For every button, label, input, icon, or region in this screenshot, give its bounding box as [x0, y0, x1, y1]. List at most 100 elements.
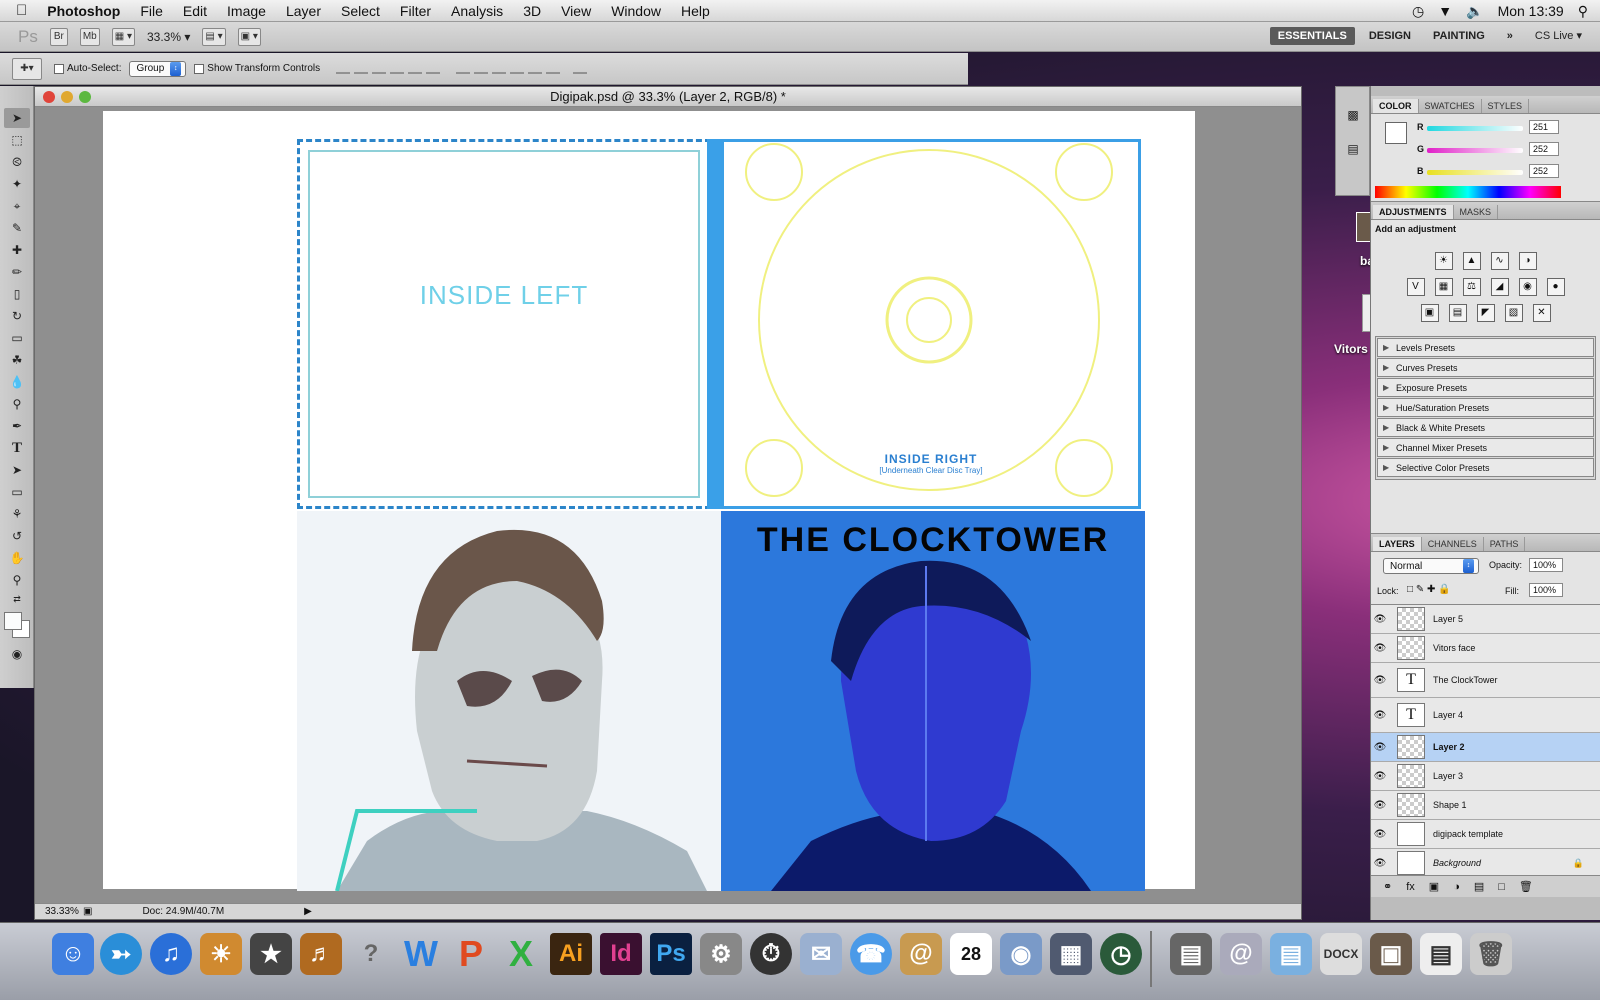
photo-filter-icon[interactable]: ◉ [1518, 278, 1537, 296]
fill-input[interactable]: 100% [1529, 583, 1563, 597]
visibility-eye-icon[interactable]: 👁 [1371, 643, 1389, 654]
status-menu-arrow-icon[interactable]: ▶ [304, 906, 312, 917]
view-extras-button[interactable]: ▦ ▾ [111, 27, 135, 46]
swap-colors-icon[interactable]: ⇄ [4, 592, 30, 606]
channel-r-value[interactable]: 251 [1529, 120, 1559, 134]
layer-row[interactable]: 👁 Shape 1 [1371, 791, 1600, 820]
clone-stamp-tool-icon[interactable]: ▯ [4, 284, 30, 304]
crop-tool-icon[interactable]: ⌖ [4, 196, 30, 216]
tool-preset-picker[interactable]: ✚▾ [12, 57, 42, 80]
layer-row-selected[interactable]: 👁 Layer 2 [1371, 733, 1600, 762]
menu-3d[interactable]: 3D [513, 3, 551, 19]
posterize-icon[interactable]: ▤ [1448, 304, 1467, 322]
distribute-vcenter-icon[interactable] [474, 60, 489, 74]
3d-rotate-tool-icon[interactable]: ⚘ [4, 504, 30, 524]
apple-menu-icon[interactable]:  [0, 2, 37, 19]
menu-layer[interactable]: Layer [276, 3, 331, 19]
illustrator-icon[interactable]: Ai [550, 933, 592, 975]
menu-window[interactable]: Window [601, 3, 671, 19]
menu-image[interactable]: Image [217, 3, 276, 19]
layer-row[interactable]: 👁 Layer 3 [1371, 762, 1600, 791]
threshold-icon[interactable]: ◤ [1476, 304, 1495, 322]
trash-icon[interactable]: 🗑 [1470, 933, 1512, 975]
workspace-design[interactable]: DESIGN [1361, 27, 1419, 45]
menu-select[interactable]: Select [331, 3, 390, 19]
status-zoom[interactable]: 33.33% [35, 906, 83, 917]
gradient-map-icon[interactable]: ▧ [1504, 304, 1523, 322]
distribute-left-icon[interactable] [510, 60, 525, 74]
layer-row[interactable]: 👁 T The ClockTower [1371, 663, 1600, 698]
exposure-icon[interactable]: ◑ [1518, 252, 1537, 270]
lasso-tool-icon[interactable]: ⧀ [4, 152, 30, 172]
zoom-tool-icon[interactable]: ⚲ [4, 570, 30, 590]
menubar-clock[interactable]: Mon 13:39 [1498, 3, 1564, 19]
spaces-icon[interactable]: ▦ [1050, 933, 1092, 975]
launch-minibridge-button[interactable]: Mb [79, 27, 100, 46]
spotlight-icon[interactable]: ⚲ [1578, 3, 1588, 20]
distribute-right-icon[interactable] [546, 60, 561, 74]
app-menu[interactable]: Photoshop [37, 3, 130, 19]
canvas[interactable]: INSIDE LEFT INSIDE RIGHT [Underneath Cle… [103, 111, 1195, 891]
wifi-icon[interactable]: ▼ [1438, 3, 1452, 19]
visibility-eye-icon[interactable]: 👁 [1371, 742, 1389, 753]
screen-mode-button[interactable]: ▣ ▾ [237, 27, 261, 46]
photoshop-icon[interactable]: Ps [650, 933, 692, 975]
link-layers-icon[interactable]: ⚭ [1383, 880, 1392, 893]
launch-bridge-button[interactable]: Br [49, 27, 68, 46]
menu-analysis[interactable]: Analysis [441, 3, 513, 19]
visibility-eye-icon[interactable]: 👁 [1371, 771, 1389, 782]
rectangle-tool-icon[interactable]: ▭ [4, 482, 30, 502]
dodge-tool-icon[interactable]: ⚲ [4, 394, 30, 414]
layer-row[interactable]: 👁 Layer 5 [1371, 605, 1600, 634]
network-stack-icon[interactable]: @ [1220, 933, 1262, 975]
workspace-essentials[interactable]: ESSENTIALS [1269, 26, 1355, 45]
more-workspaces-icon[interactable]: » [1499, 27, 1521, 45]
minibridge-panel-icon[interactable]: ▩ [1340, 105, 1366, 125]
visibility-eye-icon[interactable]: 👁 [1371, 710, 1389, 721]
zoom-level-dropdown[interactable]: 33.3% ▾ [147, 30, 190, 44]
word-icon[interactable]: W [400, 933, 442, 975]
ichat-icon[interactable]: ☎ [850, 933, 892, 975]
opacity-input[interactable]: 100% [1529, 558, 1563, 572]
layer-style-icon[interactable]: fx [1406, 881, 1415, 893]
visibility-eye-icon[interactable]: 👁 [1371, 829, 1389, 840]
hand-tool-icon[interactable]: ✋ [4, 548, 30, 568]
status-icon[interactable]: ▣ [83, 906, 92, 917]
layer-row[interactable]: 👁 Background 🔒 [1371, 849, 1600, 875]
invert-icon[interactable]: ▣ [1420, 304, 1439, 322]
brightness-contrast-icon[interactable]: ☀ [1434, 252, 1453, 270]
pen-tool-icon[interactable]: ✒ [4, 416, 30, 436]
preset-curves[interactable]: Curves Presets [1377, 358, 1594, 377]
preset-hue-saturation[interactable]: Hue/Saturation Presets [1377, 398, 1594, 417]
distribute-hcenter-icon[interactable] [528, 60, 543, 74]
excel-icon[interactable]: X [500, 933, 542, 975]
powerpoint-icon[interactable]: P [450, 933, 492, 975]
history-brush-tool-icon[interactable]: ↻ [4, 306, 30, 326]
color-spectrum-ramp[interactable] [1375, 186, 1561, 198]
menu-file[interactable]: File [130, 3, 173, 19]
type-tool-icon[interactable]: T [4, 438, 30, 458]
history-panel-icon[interactable]: ▤ [1340, 139, 1366, 159]
tab-styles[interactable]: STYLES [1482, 99, 1530, 113]
image-file-icon[interactable]: ▣ [1370, 933, 1412, 975]
channel-g-slider[interactable] [1427, 148, 1523, 153]
align-right-icon[interactable] [426, 60, 441, 74]
preset-channel-mixer[interactable]: Channel Mixer Presets [1377, 438, 1594, 457]
garageband-icon[interactable]: ♬ [300, 933, 342, 975]
auto-select-checkbox[interactable] [54, 63, 64, 74]
quick-mask-icon[interactable]: ◉ [4, 644, 30, 664]
auto-align-icon[interactable] [573, 60, 588, 74]
align-hcenter-icon[interactable] [408, 60, 423, 74]
ical-icon[interactable]: 28 [950, 933, 992, 975]
time-machine-icon-dock[interactable]: ◷ [1100, 933, 1142, 975]
color-balance-icon[interactable]: ⚖ [1462, 278, 1481, 296]
channel-b-slider[interactable] [1427, 170, 1523, 175]
vibrance-icon[interactable]: V [1406, 278, 1425, 296]
mail-icon[interactable]: ✉ [800, 933, 842, 975]
curves-icon[interactable]: ∿ [1490, 252, 1509, 270]
channel-b-value[interactable]: 252 [1529, 164, 1559, 178]
preset-levels[interactable]: Levels Presets [1377, 338, 1594, 357]
hue-saturation-icon[interactable]: ▦ [1434, 278, 1453, 296]
address-book-icon[interactable]: @ [900, 933, 942, 975]
folder-stack-icon[interactable]: ▤ [1270, 933, 1312, 975]
